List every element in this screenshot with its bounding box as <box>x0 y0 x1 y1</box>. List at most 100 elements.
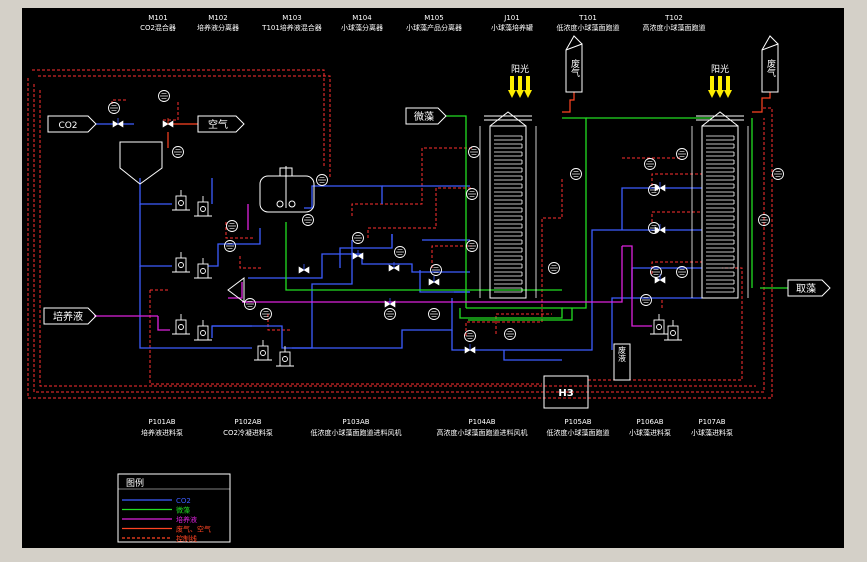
instrument-gauge[interactable] <box>226 220 238 232</box>
instrument-gauge[interactable] <box>772 168 784 180</box>
valve[interactable] <box>162 118 174 128</box>
header-name: 小球藻培养罐 <box>491 23 533 32</box>
instrument-gauge[interactable] <box>676 148 688 160</box>
waste-gas-2-label: 废气 <box>765 58 776 77</box>
instrument-gauge[interactable] <box>570 168 582 180</box>
pump[interactable] <box>194 320 212 341</box>
legend-item-label: 废气、空气 <box>176 525 211 534</box>
valve[interactable] <box>464 344 476 354</box>
algae-lines <box>285 115 788 321</box>
footer-tag: P106AB <box>636 418 663 426</box>
instrument-gauge[interactable] <box>464 330 476 342</box>
reactor-coils <box>479 126 749 298</box>
valve[interactable] <box>384 298 396 308</box>
sunlight-1-label: 阳光 <box>511 63 529 75</box>
header-name: 低浓度小球藻面跑道 <box>557 23 620 32</box>
instrument-gauge[interactable] <box>108 102 120 114</box>
valves <box>112 118 666 354</box>
legend-item-label: 微藻 <box>176 506 190 515</box>
instrument-gauge[interactable] <box>648 222 660 234</box>
drawing-canvas[interactable]: M101 CO2混合器 M102 培养液分离器 M103 T101培养液混合器 … <box>22 8 844 548</box>
valve[interactable] <box>428 276 440 286</box>
instrument-gauge[interactable] <box>260 308 272 320</box>
instrument-gauge[interactable] <box>384 308 396 320</box>
sunlight-arrow-icon <box>708 76 732 98</box>
instrument-gauge[interactable] <box>466 188 478 200</box>
footer-tag: P103AB <box>342 418 369 426</box>
valve[interactable] <box>654 274 666 284</box>
instrument-gauge[interactable] <box>504 328 516 340</box>
legend-item-label: 控制线 <box>176 534 197 543</box>
header-tag: M105 <box>424 14 443 22</box>
instrument-gauge[interactable] <box>172 146 184 158</box>
instrument-gauge[interactable] <box>302 214 314 226</box>
footer-tag: P101AB <box>148 418 175 426</box>
co2-lines <box>96 123 702 361</box>
gas-lines <box>167 92 771 148</box>
waste-liquid-label: 废液 <box>618 345 627 363</box>
footer-tag: P107AB <box>698 418 725 426</box>
instrument-gauge[interactable] <box>468 146 480 158</box>
footer-name: 小球藻进料泵 <box>629 428 671 437</box>
footer-name: 高浓度小球藻面跑道进料风机 <box>437 428 528 437</box>
instrument-gauge[interactable] <box>316 174 328 186</box>
cad-window: M101 CO2混合器 M102 培养液分离器 M103 T101培养液混合器 … <box>0 0 867 562</box>
legend-item-label: CO2 <box>176 497 191 505</box>
reactor-t102-top <box>701 111 739 127</box>
header-name: 小球藻分离器 <box>341 23 383 32</box>
instrument-gauge[interactable] <box>430 264 442 276</box>
sunlight-symbols: 阳光 阳光 <box>508 63 732 98</box>
instrument-gauge[interactable] <box>244 298 256 310</box>
instrument-gauge[interactable] <box>158 90 170 102</box>
valve[interactable] <box>352 250 364 260</box>
reactor-t101-top <box>489 111 527 127</box>
pump-footer: P101AB 培养液进料泵 P102AB CO2冷凝进料泵 P103AB 低浓度… <box>141 418 733 437</box>
header-name: CO2混合器 <box>140 23 176 32</box>
process-flow-diagram: M101 CO2混合器 M102 培养液分离器 M103 T101培养液混合器 … <box>27 14 831 543</box>
pump[interactable] <box>650 314 668 335</box>
footer-name: 低浓度小球藻面跑道 <box>547 428 610 437</box>
legend-title: 图例 <box>126 477 144 489</box>
pump[interactable] <box>276 346 294 367</box>
co2-source-label: CO2 <box>58 121 77 131</box>
instrument-gauge[interactable] <box>548 262 560 274</box>
instrument-gauge[interactable] <box>648 184 660 196</box>
instrument-gauge[interactable] <box>352 232 364 244</box>
footer-name: 小球藻进料泵 <box>691 428 733 437</box>
header-tag: T102 <box>664 14 683 22</box>
header-tag: J101 <box>503 14 519 22</box>
waste-gas-1-label: 废气 <box>569 58 580 77</box>
header-tag: T101 <box>578 14 597 22</box>
footer-tag: P105AB <box>564 418 591 426</box>
pump[interactable] <box>172 252 190 273</box>
legend: 图例 CO2微藻培养液废气、空气控制线 <box>117 473 231 543</box>
valve[interactable] <box>112 118 124 128</box>
instrument-gauge[interactable] <box>394 246 406 258</box>
header-name: 高浓度小球藻面跑道 <box>643 23 706 32</box>
instrument-gauge[interactable] <box>644 158 656 170</box>
footer-tag: P102AB <box>234 418 261 426</box>
header-tag: M104 <box>352 14 372 22</box>
footer-name: 培养液进料泵 <box>141 428 183 437</box>
instrument-gauge[interactable] <box>466 240 478 252</box>
pump[interactable] <box>194 258 212 279</box>
culture-source-label: 培养液 <box>53 310 83 323</box>
pump[interactable] <box>254 340 272 361</box>
air-label: 空气 <box>208 118 228 131</box>
sunlight-arrow-icon <box>508 76 532 98</box>
valve[interactable] <box>654 182 666 192</box>
header-tag: M102 <box>208 14 227 22</box>
instrument-gauge[interactable] <box>428 308 440 320</box>
instrument-gauge[interactable] <box>224 240 236 252</box>
header-name: 小球藻产品分离器 <box>406 23 462 32</box>
header-tag: M103 <box>282 14 301 22</box>
controller-label: H3 <box>558 388 573 399</box>
pump[interactable] <box>664 320 682 341</box>
footer-name: CO2冷凝进料泵 <box>223 428 273 437</box>
pump[interactable] <box>172 190 190 211</box>
instrument-gauge[interactable] <box>640 294 652 306</box>
valve[interactable] <box>298 264 310 274</box>
culture-tank <box>259 175 315 213</box>
pump[interactable] <box>194 196 212 217</box>
pump[interactable] <box>172 314 190 335</box>
